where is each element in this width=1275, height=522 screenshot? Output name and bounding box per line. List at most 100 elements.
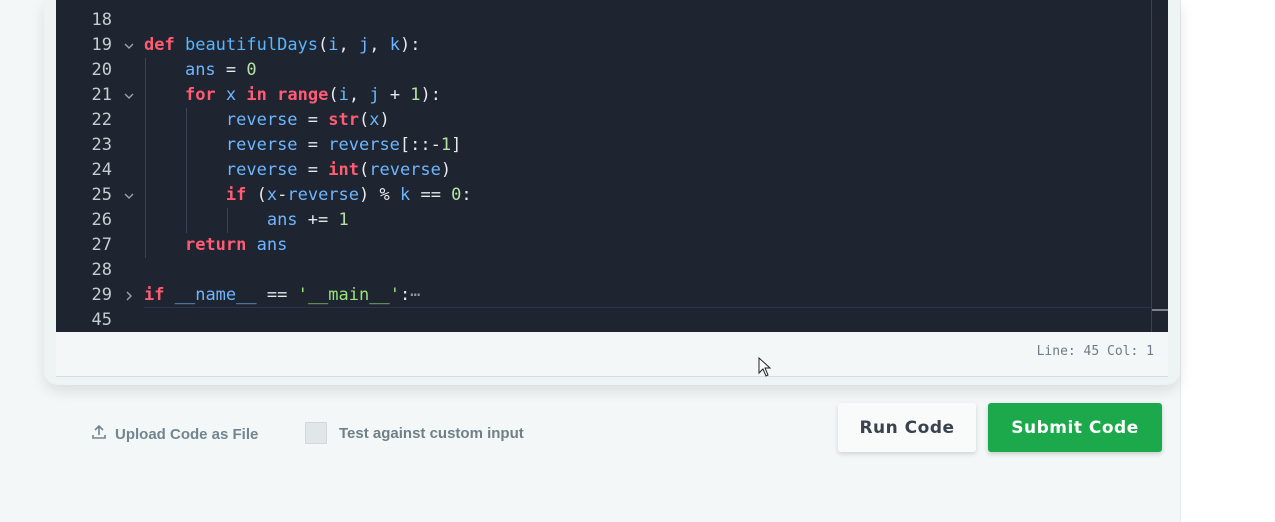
line-number: 20: [91, 60, 112, 80]
code-token: ⋯: [410, 285, 421, 305]
code-text: reverse = int(reverse): [144, 158, 451, 183]
code-token: (: [328, 85, 339, 105]
code-text: def beautifulDays(i, j, k):: [144, 33, 420, 58]
code-token: ans: [184, 60, 216, 80]
code-token: ): [379, 110, 390, 130]
code-token: =: [297, 110, 329, 130]
chevron-down-icon[interactable]: [122, 83, 136, 108]
code-token: i: [328, 35, 339, 55]
code-token: if: [144, 285, 165, 305]
chevron-right-icon[interactable]: [122, 283, 136, 308]
current-line-highlight: [144, 307, 1151, 308]
code-line[interactable]: 21 for x in range(i, j + 1):: [56, 83, 1151, 108]
code-token: 1: [338, 210, 349, 230]
code-text: ans += 1: [144, 208, 349, 233]
code-token: (: [358, 160, 370, 180]
code-token: j: [359, 35, 370, 55]
code-line[interactable]: 29 if __name__ == '__main__':⋯: [56, 283, 1151, 308]
code-line[interactable]: 28: [56, 258, 1151, 283]
code-token: i: [338, 85, 349, 105]
code-token: for: [184, 85, 216, 105]
code-token: range: [277, 85, 329, 105]
code-token: 1: [410, 85, 421, 105]
code-token: =: [215, 60, 247, 80]
run-code-button[interactable]: Run Code: [838, 403, 976, 452]
code-token: in: [246, 85, 267, 105]
code-line[interactable]: 27 return ans: [56, 233, 1151, 258]
line-number: 27: [91, 235, 112, 255]
upload-code-button[interactable]: Upload Code as File: [91, 424, 258, 444]
code-token: __name__: [174, 285, 257, 305]
code-token: =: [297, 160, 329, 180]
code-token: if: [225, 185, 247, 205]
code-line[interactable]: 22 reverse = str(x): [56, 108, 1151, 133]
indent-guide: [186, 108, 187, 233]
code-token: k: [399, 185, 411, 205]
code-token: reverse: [225, 110, 298, 130]
code-token: reverse: [225, 135, 298, 155]
code-token: reverse: [369, 160, 441, 180]
indent-guide: [145, 58, 146, 258]
upload-icon: [91, 424, 107, 444]
code-line[interactable]: 20 ans = 0: [56, 58, 1151, 83]
code-line[interactable]: 24 reverse = int(reverse): [56, 158, 1151, 183]
code-token: [::-: [399, 135, 441, 155]
code-token: -: [277, 185, 288, 205]
code-token: reverse: [287, 185, 360, 205]
editor-status-bar: Line: 45 Col: 1: [56, 332, 1168, 377]
line-number: 28: [91, 260, 112, 280]
code-token: x: [266, 185, 278, 205]
code-token: ,: [369, 35, 390, 55]
code-token: ,: [338, 35, 360, 55]
line-number: 25: [91, 185, 112, 205]
code-line[interactable]: 19 def beautifulDays(i, j, k):: [56, 33, 1151, 58]
code-token: reverse: [328, 135, 400, 155]
line-number: 26: [91, 210, 112, 230]
code-text: reverse = str(x): [144, 108, 390, 133]
code-token: ]: [451, 135, 462, 155]
code-editor[interactable]: 18 19 def beautifulDays(i, j, k): 20 ans = …: [56, 0, 1168, 332]
chevron-down-icon[interactable]: [122, 183, 136, 208]
code-token: beautifulDays: [184, 35, 319, 55]
submit-code-button[interactable]: Submit Code: [988, 403, 1162, 452]
code-token: ==: [256, 285, 298, 305]
chevron-down-icon[interactable]: [122, 33, 136, 58]
code-line[interactable]: 23 reverse = reverse[::-1]: [56, 133, 1151, 158]
custom-input-toggle[interactable]: Test against custom input: [305, 422, 524, 444]
code-token: str: [328, 110, 359, 130]
code-token: def: [144, 35, 175, 55]
code-line[interactable]: 25 if (x-reverse) % k == 0:: [56, 183, 1151, 208]
scrollbar-marker: [1152, 309, 1168, 311]
code-text: return ans: [144, 233, 287, 258]
code-text: if __name__ == '__main__':⋯: [144, 283, 420, 308]
right-gutter: [1180, 0, 1275, 522]
code-token: return: [184, 235, 247, 255]
line-number: 24: [91, 160, 112, 180]
editor-scrollbar[interactable]: [1151, 0, 1168, 332]
code-token: '__main__': [297, 285, 400, 305]
cursor-position: Line: 45 Col: 1: [1036, 344, 1154, 359]
line-number: 45: [91, 310, 112, 330]
code-token: =: [297, 135, 329, 155]
custom-input-checkbox[interactable]: [305, 422, 327, 444]
code-token: 0: [246, 60, 257, 80]
code-token: +: [379, 85, 411, 105]
code-line[interactable]: 45: [56, 308, 1151, 332]
code-token: (: [358, 110, 370, 130]
code-line[interactable]: 18: [56, 8, 1151, 33]
code-token: 1: [440, 135, 452, 155]
code-token: ) %: [359, 185, 400, 205]
code-token: (: [318, 35, 329, 55]
code-token: +=: [297, 210, 339, 230]
code-line[interactable]: 26 ans += 1: [56, 208, 1151, 233]
code-token: k: [389, 35, 400, 55]
code-token: :: [461, 185, 472, 205]
